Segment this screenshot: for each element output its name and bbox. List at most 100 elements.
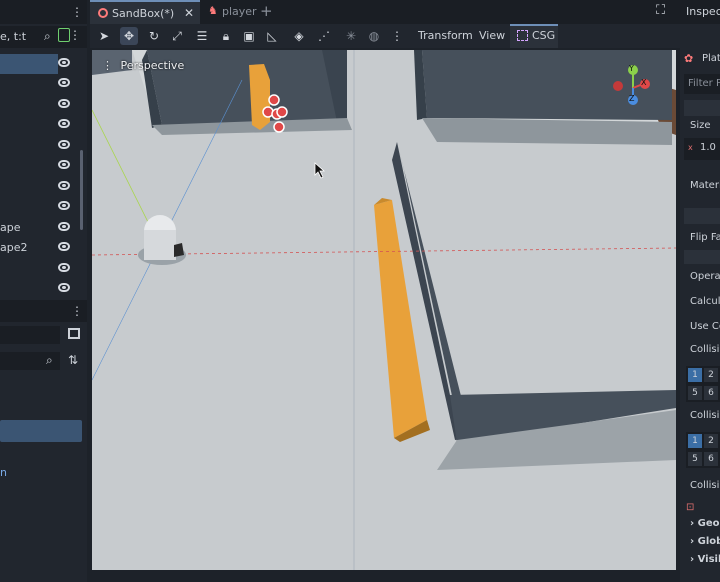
row-label: ape2 bbox=[0, 241, 28, 254]
material-label: Materi bbox=[690, 180, 720, 191]
collision-mask-grid[interactable]: 1 2 5 6 bbox=[686, 432, 720, 468]
sun-icon[interactable]: ✳ bbox=[342, 27, 360, 45]
inspector-dock: Inspec ✿ Plat Filter P Size x 1.0 Materi… bbox=[680, 0, 720, 582]
section-visibility[interactable]: › Visib bbox=[690, 554, 720, 565]
visibility-eye-icon[interactable] bbox=[58, 263, 70, 272]
visibility-eye-icon[interactable] bbox=[58, 140, 70, 149]
visibility-eye-icon[interactable] bbox=[58, 242, 70, 251]
property-filter-input[interactable]: Filter P bbox=[684, 74, 720, 94]
section-label: Geom bbox=[697, 518, 720, 529]
menu-view[interactable]: View bbox=[479, 29, 505, 42]
node-icon: ✿ bbox=[684, 52, 694, 65]
tree-row[interactable] bbox=[0, 74, 80, 94]
visibility-eye-icon[interactable] bbox=[58, 283, 70, 292]
gizmo-y-label: Y bbox=[629, 64, 634, 73]
move-tool-icon[interactable]: ✥ bbox=[120, 27, 138, 45]
viewport-scene bbox=[92, 50, 676, 570]
mask-bit[interactable]: 6 bbox=[704, 452, 718, 466]
menu-csg[interactable]: CSG bbox=[532, 29, 555, 42]
visibility-eye-icon[interactable] bbox=[58, 99, 70, 108]
visibility-eye-icon[interactable] bbox=[58, 181, 70, 190]
scene-filter-input[interactable]: e, t:t bbox=[0, 30, 26, 43]
tab-label: SandBox(*) bbox=[112, 7, 175, 20]
filesystem-header: ⋮ bbox=[0, 300, 87, 322]
flip-faces-toggle[interactable] bbox=[684, 250, 720, 264]
inspector-title[interactable]: Inspec bbox=[686, 5, 720, 18]
tab-label: player bbox=[222, 5, 257, 18]
visibility-eye-icon[interactable] bbox=[58, 160, 70, 169]
tree-row[interactable] bbox=[0, 115, 80, 135]
tab-sandbox[interactable]: SandBox(*) ✕ bbox=[90, 0, 200, 24]
visibility-eye-icon[interactable] bbox=[58, 119, 70, 128]
3d-viewport[interactable]: ⋮ Perspective Y X Z bbox=[92, 50, 676, 570]
tree-row[interactable] bbox=[0, 54, 80, 74]
group-icon[interactable]: ▣ bbox=[240, 27, 258, 45]
tree-row[interactable] bbox=[0, 197, 80, 217]
menu-transform[interactable]: Transform bbox=[418, 29, 473, 42]
menu-icon[interactable]: ⋮ bbox=[69, 28, 81, 42]
visibility-eye-icon[interactable] bbox=[58, 201, 70, 210]
mask-bit[interactable]: 1 bbox=[688, 434, 702, 448]
sort-icon[interactable]: ⇅ bbox=[68, 353, 78, 367]
layer-bit[interactable]: 1 bbox=[688, 368, 702, 382]
tree-row[interactable]: ape bbox=[0, 218, 80, 238]
visibility-eye-icon[interactable] bbox=[58, 58, 70, 67]
scale-tool-icon[interactable]: ⤢ bbox=[168, 27, 186, 45]
flip-faces-label: Flip Fa bbox=[690, 232, 720, 243]
tree-row[interactable] bbox=[0, 136, 80, 156]
tree-row[interactable] bbox=[0, 177, 80, 197]
snap-icon[interactable]: ⋰ bbox=[315, 27, 333, 45]
menu-icon[interactable]: ⋮ bbox=[71, 5, 83, 19]
layer-bit[interactable]: 5 bbox=[688, 386, 702, 400]
path-field[interactable] bbox=[0, 326, 60, 344]
section-label: Visib bbox=[697, 554, 720, 565]
mask-bit[interactable]: 5 bbox=[688, 452, 702, 466]
lock-icon[interactable]: 🔒︎ bbox=[217, 27, 235, 45]
viewport-toolbar: ➤ ✥ ↻ ⤢ ☰ 🔒︎ ▣ ◺ ◈ ⋰ ✳ ◍ ⋮ Transform Vie… bbox=[90, 24, 680, 48]
orientation-gizmo[interactable]: Y X Z bbox=[606, 64, 656, 110]
rotate-tool-icon[interactable]: ↻ bbox=[145, 27, 163, 45]
file-item-label[interactable]: n bbox=[0, 466, 7, 479]
fullscreen-icon[interactable]: ⛶ bbox=[656, 3, 665, 18]
menu-icon[interactable]: ⋮ bbox=[388, 27, 406, 45]
add-tab-icon[interactable]: + bbox=[260, 2, 273, 20]
tree-row[interactable] bbox=[0, 279, 80, 299]
section-global-illumination[interactable]: › Globa bbox=[690, 536, 720, 547]
size-x-field[interactable]: x 1.0 bbox=[684, 138, 720, 160]
material-slot[interactable] bbox=[684, 208, 720, 224]
node-name[interactable]: Plat bbox=[702, 53, 720, 64]
calculate-tangents-label: Calcula bbox=[690, 296, 720, 307]
menu-icon[interactable]: ⋮ bbox=[102, 59, 113, 72]
local-space-icon[interactable]: ◈ bbox=[290, 27, 308, 45]
tree-row[interactable] bbox=[0, 156, 80, 176]
visibility-eye-icon[interactable] bbox=[58, 78, 70, 87]
section-label: Globa bbox=[697, 536, 720, 547]
split-view-icon[interactable] bbox=[68, 328, 80, 339]
visibility-eye-icon[interactable] bbox=[58, 222, 70, 231]
selected-file-item[interactable] bbox=[0, 420, 82, 442]
scrollbar[interactable] bbox=[80, 150, 83, 230]
resource-icon[interactable]: ⊡ bbox=[686, 502, 694, 513]
inspector-header: Inspec bbox=[680, 0, 720, 24]
tree-row[interactable] bbox=[0, 259, 80, 279]
list-tool-icon[interactable]: ☰ bbox=[193, 27, 211, 45]
environment-icon[interactable]: ◍ bbox=[365, 27, 383, 45]
scene-dock-header: ⋮ bbox=[0, 0, 87, 24]
size-x-value: 1.0 bbox=[700, 142, 716, 153]
select-tool-icon[interactable]: ➤ bbox=[95, 27, 113, 45]
menu-icon[interactable]: ⋮ bbox=[71, 304, 83, 318]
mask-bit[interactable]: 2 bbox=[704, 434, 718, 448]
ruler-icon[interactable]: ◺ bbox=[263, 27, 281, 45]
close-icon[interactable]: ✕ bbox=[184, 6, 194, 20]
gizmo-z-label: Z bbox=[629, 94, 635, 103]
layer-bit[interactable]: 6 bbox=[704, 386, 718, 400]
use-collision-label: Use Co bbox=[690, 321, 720, 332]
tree-row[interactable]: ape2 bbox=[0, 238, 80, 258]
viewport-label[interactable]: ⋮ Perspective bbox=[102, 59, 184, 72]
layer-bit[interactable]: 2 bbox=[704, 368, 718, 382]
search-icon[interactable]: ⌕ bbox=[46, 353, 53, 368]
search-icon[interactable]: ⌕ bbox=[44, 29, 51, 44]
section-geometry[interactable]: › Geom bbox=[690, 518, 720, 529]
tree-row[interactable] bbox=[0, 95, 80, 115]
collision-layer-grid[interactable]: 1 2 5 6 bbox=[686, 366, 720, 402]
